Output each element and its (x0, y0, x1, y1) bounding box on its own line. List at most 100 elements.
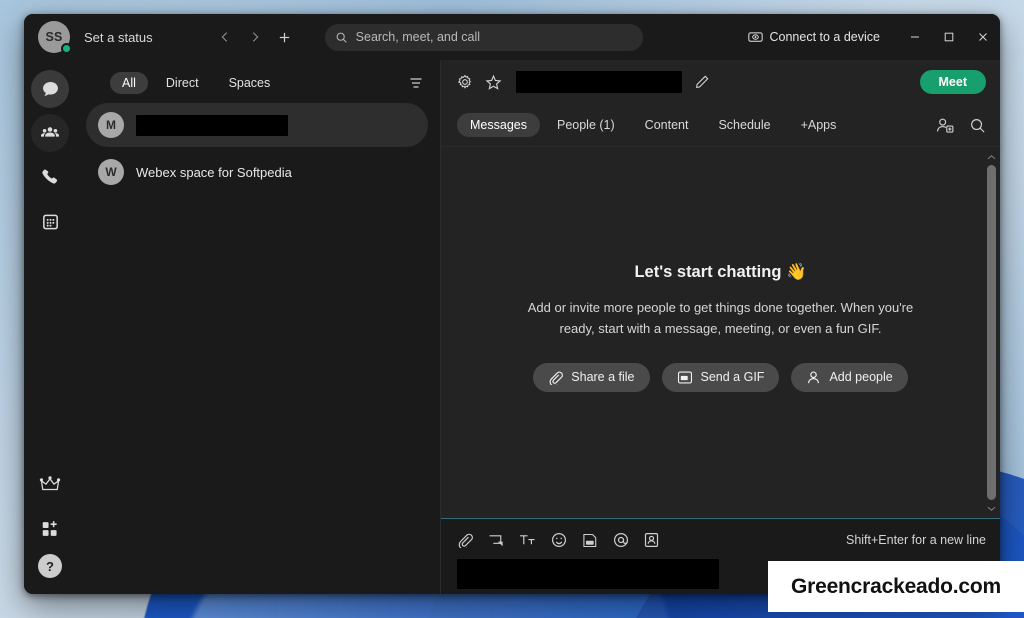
edit-space-name-button[interactable] (694, 74, 710, 90)
tab-messages[interactable]: Messages (457, 113, 540, 137)
space-list-item[interactable]: W Webex space for Softpedia (86, 150, 428, 194)
gif-icon (677, 371, 692, 384)
scrollbar-track[interactable] (987, 163, 996, 502)
star-icon (485, 74, 502, 90)
add-person-icon (937, 118, 954, 133)
chevron-up-icon (987, 154, 996, 159)
mention-button[interactable] (613, 532, 629, 548)
forward-button[interactable] (241, 23, 269, 51)
attach-file-button[interactable] (457, 532, 473, 548)
search-in-space-button[interactable] (969, 117, 986, 134)
gif-icon (583, 533, 597, 547)
chevron-left-icon (221, 32, 227, 42)
rail-item-meetings[interactable] (31, 202, 69, 240)
add-people-empty-label: Add people (829, 370, 893, 385)
space-list-item-selected[interactable]: M (86, 103, 428, 147)
gif-button[interactable] (582, 533, 598, 548)
window-controls (898, 22, 1000, 52)
filter-direct[interactable]: Direct (154, 72, 211, 94)
space-main-panel: Meet Messages People (1) Content Schedul… (440, 60, 1000, 594)
empty-state-heading-text: Let's start chatting (634, 263, 782, 282)
crown-icon (39, 476, 61, 491)
filter-all[interactable]: All (110, 72, 148, 94)
rail-item-messaging[interactable] (31, 70, 69, 108)
space-title-redacted (516, 71, 682, 93)
share-a-file-button[interactable]: Share a file (533, 362, 650, 392)
paperclip-icon (458, 533, 473, 548)
maximize-button[interactable] (932, 22, 966, 52)
connect-to-device-button[interactable]: Connect to a device (740, 25, 889, 49)
tab-content[interactable]: Content (632, 113, 702, 137)
compose-hint: Shift+Enter for a new line (845, 533, 986, 547)
paperclip-icon (549, 371, 564, 385)
rail-item-teams[interactable] (31, 114, 69, 152)
rail-item-calling[interactable] (31, 158, 69, 196)
scroll-down-button[interactable] (987, 502, 996, 514)
format-text-button[interactable] (519, 533, 536, 547)
new-item-button[interactable] (271, 23, 299, 51)
space-tabs: Messages People (1) Content Schedule +Ap… (441, 104, 1000, 146)
space-avatar: M (98, 112, 124, 138)
meet-button[interactable]: Meet (919, 69, 986, 95)
tab-apps[interactable]: +Apps (788, 113, 850, 137)
left-nav-rail: ? (24, 60, 76, 594)
waving-hand-icon: 👋 (786, 263, 807, 282)
chevron-right-icon (252, 32, 259, 42)
share-a-file-label: Share a file (571, 370, 635, 385)
close-button[interactable] (966, 22, 1000, 52)
space-name: Webex space for Softpedia (136, 164, 292, 180)
screen-capture-button[interactable] (488, 533, 504, 547)
plus-icon (279, 32, 290, 42)
spaces-list-panel: All Direct Spaces M W Webex space for So… (76, 60, 440, 594)
rail-item-upgrade[interactable] (31, 466, 69, 504)
space-settings-button[interactable] (457, 74, 473, 90)
format-text-icon (520, 535, 535, 545)
close-icon (979, 33, 987, 41)
message-area: Let's start chatting 👋 Add or invite mor… (441, 146, 1000, 518)
person-card-button[interactable] (644, 532, 659, 548)
compose-input-redacted (457, 559, 719, 589)
search-placeholder: Search, meet, and call (355, 30, 481, 44)
maximize-icon (944, 32, 954, 42)
emoji-button[interactable] (551, 532, 567, 548)
message-scrollbar[interactable] (985, 151, 998, 514)
at-mention-icon (613, 532, 629, 548)
site-watermark: Greencrackeado.com (768, 561, 1024, 612)
sort-filter-button[interactable] (408, 75, 424, 91)
rail-item-help[interactable]: ? (38, 554, 62, 578)
spaces-filter-bar: All Direct Spaces (76, 66, 440, 100)
help-icon: ? (46, 558, 54, 574)
calendar-icon (42, 214, 58, 229)
device-icon (747, 31, 763, 42)
favorite-space-button[interactable] (485, 74, 502, 91)
search-input[interactable]: Search, meet, and call (324, 23, 643, 51)
add-people-empty-button[interactable]: Add people (791, 362, 908, 392)
phone-icon (42, 169, 58, 184)
scroll-up-button[interactable] (987, 151, 996, 163)
window-body: ? All Direct Spaces M W Webex space for … (24, 60, 1000, 594)
scrollbar-thumb[interactable] (987, 165, 996, 500)
screen-icon (489, 535, 503, 547)
tab-people[interactable]: People (1) (544, 113, 628, 137)
filter-spaces[interactable]: Spaces (217, 72, 283, 94)
empty-state: Let's start chatting 👋 Add or invite mor… (511, 263, 931, 392)
rail-item-add-apps[interactable] (31, 510, 69, 548)
emoji-icon (551, 532, 567, 548)
empty-state-actions: Share a file Send a GIF Add people (511, 362, 931, 392)
space-name-redacted (136, 114, 288, 136)
minimize-button[interactable] (898, 22, 932, 52)
person-card-icon (644, 533, 659, 548)
set-status-button[interactable]: Set a status (84, 30, 153, 45)
user-avatar-button[interactable]: SS (32, 15, 76, 59)
add-people-button[interactable] (936, 117, 955, 134)
watermark-text: Greencrackeado.com (790, 574, 1001, 598)
presence-indicator (61, 43, 72, 54)
search-icon (336, 32, 347, 43)
chevron-down-icon (987, 506, 996, 511)
back-button[interactable] (211, 23, 239, 51)
send-a-gif-button[interactable]: Send a GIF (661, 362, 780, 392)
space-header: Meet (441, 60, 1000, 104)
tab-schedule[interactable]: Schedule (705, 113, 783, 137)
search-icon (971, 118, 985, 133)
send-a-gif-label: Send a GIF (700, 370, 765, 385)
